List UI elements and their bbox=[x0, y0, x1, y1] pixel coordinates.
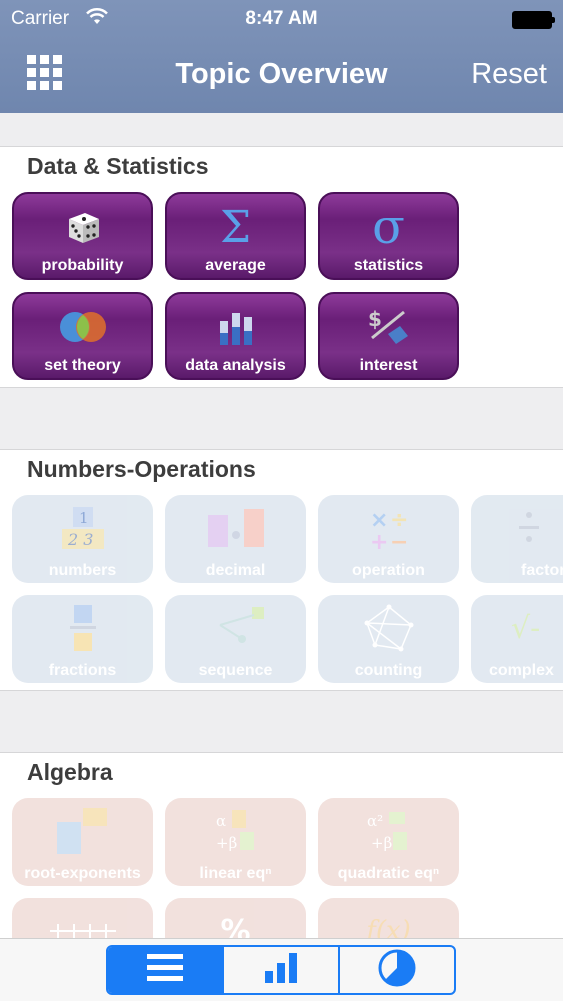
function-icon: f(x) bbox=[366, 916, 411, 938]
svg-text:1: 1 bbox=[79, 509, 89, 527]
tile-function[interactable]: f(x) bbox=[318, 898, 459, 938]
tile-label: decimal bbox=[205, 562, 266, 579]
sequence-icon bbox=[165, 603, 306, 653]
tile-counting[interactable]: counting bbox=[318, 595, 459, 683]
section-title: Data & Statistics bbox=[27, 153, 209, 179]
svg-text:+β: +β bbox=[216, 834, 237, 852]
dollar-percent-icon: $ bbox=[320, 302, 457, 352]
battery-icon bbox=[512, 11, 555, 29]
svg-text:2 3: 2 3 bbox=[67, 530, 93, 549]
counting-graph-icon bbox=[318, 603, 459, 653]
tile-linear-equation[interactable]: α +β linear eqⁿ bbox=[165, 798, 306, 886]
list-icon bbox=[145, 951, 185, 990]
tab-list[interactable] bbox=[108, 947, 224, 993]
section-numbers-operations: Numbers-Operations 12 3 numbers decimal … bbox=[0, 449, 563, 691]
tile-number-line[interactable] bbox=[12, 898, 153, 938]
topic-list[interactable]: Data & Statistics probability Σ average … bbox=[0, 113, 563, 938]
quadratic-equation-icon: α² +β bbox=[318, 806, 459, 856]
tile-fractions[interactable]: fractions bbox=[12, 595, 153, 683]
tab-pie-chart[interactable] bbox=[340, 947, 454, 993]
tile-numbers[interactable]: 12 3 numbers bbox=[12, 495, 153, 583]
tile-label: linear eqⁿ bbox=[199, 865, 272, 882]
section-data-statistics: Data & Statistics probability Σ average … bbox=[0, 146, 563, 388]
tile-label: fractions bbox=[48, 662, 117, 679]
tile-label: counting bbox=[354, 662, 423, 679]
tile-root-exponents[interactable]: root-exponents bbox=[12, 798, 153, 886]
sigma-icon: σ bbox=[372, 199, 405, 255]
tile-label: factor bbox=[521, 562, 563, 579]
tile-data-analysis[interactable]: data analysis bbox=[165, 292, 306, 380]
dice-icon bbox=[14, 202, 151, 252]
bar-graph-icon bbox=[167, 302, 304, 352]
tile-statistics[interactable]: σ statistics bbox=[318, 192, 459, 280]
section-title: Numbers-Operations bbox=[27, 456, 256, 482]
svg-text:α: α bbox=[216, 812, 226, 830]
bar-chart-icon bbox=[261, 951, 301, 990]
tile-label: probability bbox=[41, 257, 124, 274]
tile-quadratic-equation[interactable]: α² +β quadratic eqⁿ bbox=[318, 798, 459, 886]
venn-diagram-icon bbox=[14, 302, 151, 352]
tab-bar bbox=[0, 938, 563, 1001]
tile-sequence[interactable]: sequence bbox=[165, 595, 306, 683]
navigation-bar: Carrier 8:47 AM Topic Overview Reset bbox=[0, 0, 563, 113]
reset-button[interactable]: Reset bbox=[471, 58, 547, 91]
tile-operation[interactable]: × ÷ + − operation bbox=[318, 495, 459, 583]
division-icon bbox=[471, 503, 563, 553]
tile-label: data analysis bbox=[185, 357, 286, 374]
decimal-icon bbox=[165, 503, 306, 553]
square-root-icon: √- bbox=[511, 610, 541, 646]
status-bar: Carrier 8:47 AM bbox=[0, 0, 563, 38]
tile-label: root-exponents bbox=[24, 865, 141, 882]
tile-label: set theory bbox=[44, 357, 121, 374]
section-algebra: Algebra root-exponents α +β linear eqⁿ α²… bbox=[0, 752, 563, 938]
percent-icon: % bbox=[220, 913, 251, 939]
numbers-icon: 12 3 bbox=[12, 503, 153, 553]
tile-set-theory[interactable]: set theory bbox=[12, 292, 153, 380]
view-segmented-control bbox=[106, 945, 456, 995]
tile-label: sequence bbox=[198, 662, 273, 679]
tile-complex[interactable]: √- complex bbox=[471, 595, 563, 683]
clock: 8:47 AM bbox=[245, 8, 318, 29]
tile-probability[interactable]: probability bbox=[12, 192, 153, 280]
exponent-blocks-icon bbox=[12, 806, 153, 856]
fraction-icon bbox=[12, 603, 153, 653]
sigma-sum-icon: Σ bbox=[219, 201, 252, 253]
pie-chart-icon bbox=[377, 948, 417, 993]
operation-icon: × ÷ + − bbox=[318, 503, 459, 553]
tile-average[interactable]: Σ average bbox=[165, 192, 306, 280]
tile-label: statistics bbox=[353, 257, 424, 274]
tile-label: quadratic eqⁿ bbox=[337, 865, 440, 882]
number-line-icon bbox=[12, 906, 153, 938]
tile-label: operation bbox=[352, 562, 425, 579]
tab-bar-chart[interactable] bbox=[224, 947, 340, 993]
svg-text:+: + bbox=[370, 530, 388, 551]
svg-text:−: − bbox=[390, 530, 408, 551]
tile-label: numbers bbox=[48, 562, 117, 579]
tile-factor[interactable]: factor bbox=[471, 495, 563, 583]
svg-text:$: $ bbox=[368, 307, 382, 331]
tile-percent[interactable]: % bbox=[165, 898, 306, 938]
linear-equation-icon: α +β bbox=[165, 806, 306, 856]
tile-interest[interactable]: $ interest bbox=[318, 292, 459, 380]
tile-label: complex bbox=[489, 662, 554, 679]
svg-text:+β: +β bbox=[371, 834, 392, 852]
section-title: Algebra bbox=[27, 759, 113, 785]
tile-label: average bbox=[205, 257, 266, 274]
tile-decimal[interactable]: decimal bbox=[165, 495, 306, 583]
svg-text:α²: α² bbox=[367, 812, 383, 830]
tile-label: interest bbox=[359, 357, 418, 374]
